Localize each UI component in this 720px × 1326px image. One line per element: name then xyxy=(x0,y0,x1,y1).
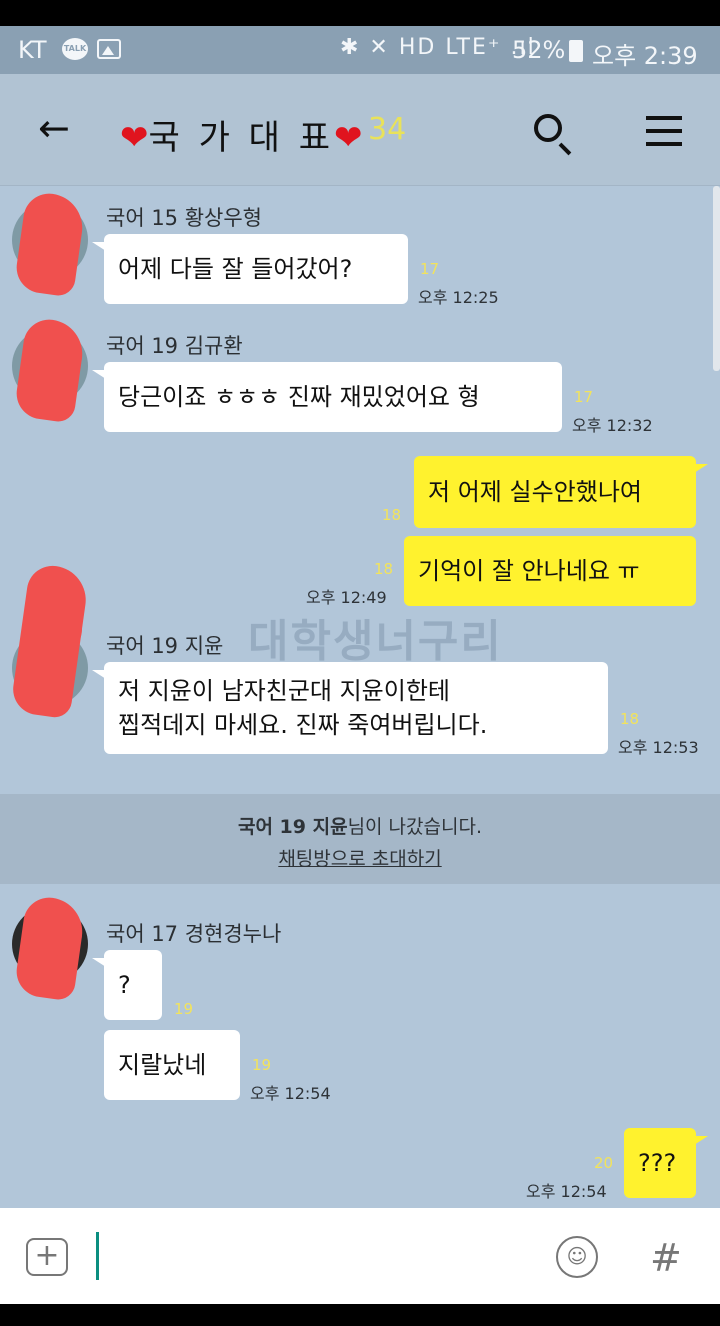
message-text: 기억이 잘 안나네요 ㅠ xyxy=(418,557,640,585)
message-text: 저 어제 실수안했나여 xyxy=(428,478,642,506)
emoticon-icon[interactable]: ☺ xyxy=(556,1236,598,1278)
sender-name: 국어 15 황상우형 xyxy=(106,206,262,230)
message-text: 어제 다들 잘 들어갔어? xyxy=(118,255,353,283)
unread-count: 18 xyxy=(382,506,402,524)
unread-count: 19 xyxy=(252,1056,272,1074)
carrier-label: KT xyxy=(18,36,47,64)
chat-room-name: 국 가 대 표 xyxy=(148,118,335,158)
message-time: 오후 12:32 xyxy=(572,416,653,435)
menu-icon[interactable] xyxy=(646,116,682,155)
my-message-bubble[interactable]: ??? xyxy=(624,1128,708,1198)
message-time: 오후 12:54 xyxy=(526,1182,607,1201)
message-bubble[interactable]: ? xyxy=(92,950,162,1020)
search-icon[interactable] xyxy=(534,114,562,142)
unread-count: 19 xyxy=(174,1000,194,1018)
leave-notice-text: 국어 19 지윤님이 나갔습니다. xyxy=(0,812,720,839)
watermark: 대학생너구리 xyxy=(248,616,503,667)
message-time: 오후 12:54 xyxy=(250,1084,331,1103)
sender-name: 국어 17 경현경누나 xyxy=(106,922,282,946)
back-arrow-icon[interactable]: ← xyxy=(38,106,70,150)
message-bubble[interactable]: 저 지윤이 남자친군대 지윤이한테 찝적데지 마세요. 진짜 죽여버립니다. xyxy=(92,662,608,754)
message-bubble[interactable]: 어제 다들 잘 들어갔어? xyxy=(92,234,408,304)
member-count: 34 xyxy=(368,112,407,147)
gallery-icon xyxy=(97,39,121,59)
message-input-bar: + ☺ # xyxy=(0,1208,720,1304)
sender-name: 국어 19 김규환 xyxy=(106,334,243,358)
leave-notice-suffix: 님이 나갔습니다. xyxy=(347,816,483,838)
my-message-bubble[interactable]: 저 어제 실수안했나여 xyxy=(414,456,708,528)
unread-count: 17 xyxy=(574,388,594,406)
message-bubble[interactable]: 지랄났네 xyxy=(104,1030,240,1100)
heart-icon: ❤ xyxy=(120,118,149,158)
message-bubble[interactable]: 당근이죠 ㅎㅎㅎ 진짜 재밌었어요 형 xyxy=(92,362,562,432)
status-clock: 오후 2:39 xyxy=(592,42,698,70)
leave-notice: 국어 19 지윤님이 나갔습니다. 채팅방으로 초대하기 xyxy=(0,794,720,884)
my-message-bubble[interactable]: 기억이 잘 안나네요 ㅠ xyxy=(404,536,696,606)
chat-area[interactable]: 국어 15 황상우형 어제 다들 잘 들어갔어? 17 오후 12:25 국어 … xyxy=(0,186,720,1208)
message-text: 당근이죠 ㅎㅎㅎ 진짜 재밌었어요 형 xyxy=(118,383,480,411)
heart-icon: ❤ xyxy=(334,118,363,158)
plus-icon[interactable]: + xyxy=(26,1238,68,1276)
message-text-line: 찝적데지 마세요. 진짜 죽여버립니다. xyxy=(118,711,488,739)
invite-link[interactable]: 채팅방으로 초대하기 xyxy=(0,844,720,871)
message-text-line: 저 지윤이 남자친군대 지윤이한테 xyxy=(118,677,451,705)
chat-room-title: ❤국 가 대 표❤ xyxy=(120,110,363,159)
avatar[interactable] xyxy=(12,190,88,298)
message-text: 지랄났네 xyxy=(118,1051,207,1079)
status-bar: KT TALK ✱ ✕ HD LTE⁺ .ıl 52% 오후 2:39 xyxy=(0,26,720,74)
hash-icon[interactable]: # xyxy=(650,1236,682,1280)
top-black-bar xyxy=(0,0,720,26)
message-text: ? xyxy=(118,971,131,999)
battery-percent: 52% xyxy=(512,36,566,64)
sender-name: 국어 19 지윤 xyxy=(106,634,224,658)
message-input[interactable] xyxy=(96,1232,99,1280)
unread-count: 20 xyxy=(594,1154,614,1172)
chat-header: ← ❤국 가 대 표❤ 34 xyxy=(0,74,720,186)
avatar[interactable] xyxy=(12,316,88,424)
avatar[interactable] xyxy=(12,894,88,1002)
unread-count: 17 xyxy=(420,260,440,278)
left-user-name: 국어 19 지윤 xyxy=(237,816,348,838)
unread-count: 18 xyxy=(620,710,640,728)
kakaotalk-icon: TALK xyxy=(62,38,88,60)
message-text: ??? xyxy=(638,1149,677,1177)
bottom-black-bar xyxy=(0,1304,720,1326)
battery-icon xyxy=(569,40,583,62)
scrollbar-thumb[interactable] xyxy=(713,186,720,371)
unread-count: 18 xyxy=(374,560,394,578)
avatar[interactable] xyxy=(9,562,91,720)
system-icons: ✱ ✕ HD LTE⁺ .ıl xyxy=(340,35,536,60)
message-time: 오후 12:53 xyxy=(618,738,699,757)
message-time: 오후 12:25 xyxy=(418,288,499,307)
